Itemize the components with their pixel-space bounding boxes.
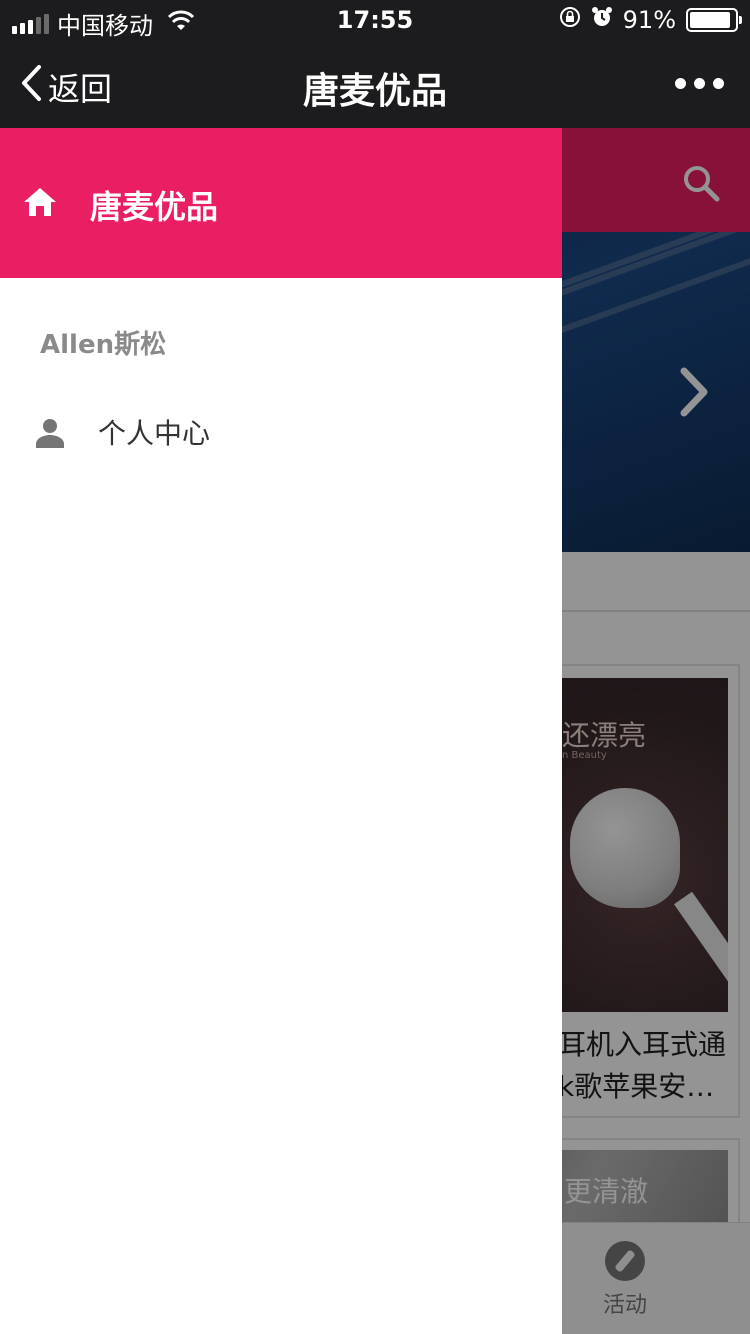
more-options-button[interactable]: [675, 78, 724, 89]
side-drawer: 唐麦优品 Allen斯松 个人中心: [0, 128, 562, 1334]
user-name: Allen斯松: [40, 330, 167, 360]
menu-item-personal-center[interactable]: 个人中心: [0, 400, 562, 462]
battery-level-fill: [690, 12, 731, 28]
person-icon: [34, 418, 66, 452]
more-dot-icon: [713, 78, 724, 89]
rotation-lock-icon: [559, 6, 581, 34]
battery-icon: [686, 8, 742, 32]
more-dot-icon: [694, 78, 705, 89]
screen: 中国移动 17:55 91% 返回 唐麦优品 还漂亮 n Beauty 耳机入耳…: [0, 0, 750, 1334]
battery-percent: 91%: [622, 6, 676, 34]
home-icon: [22, 186, 58, 222]
status-bar-right: 91%: [559, 6, 742, 34]
status-bar: 中国移动 17:55 91%: [0, 0, 750, 40]
menu-item-label: 个人中心: [98, 417, 211, 450]
more-dot-icon: [675, 78, 686, 89]
navigation-bar: 返回 唐麦优品: [0, 40, 750, 128]
page-title: 唐麦优品: [302, 71, 447, 112]
drawer-header[interactable]: 唐麦优品: [0, 128, 562, 278]
drawer-brand-title: 唐麦优品: [90, 188, 219, 226]
alarm-icon: [591, 6, 613, 34]
